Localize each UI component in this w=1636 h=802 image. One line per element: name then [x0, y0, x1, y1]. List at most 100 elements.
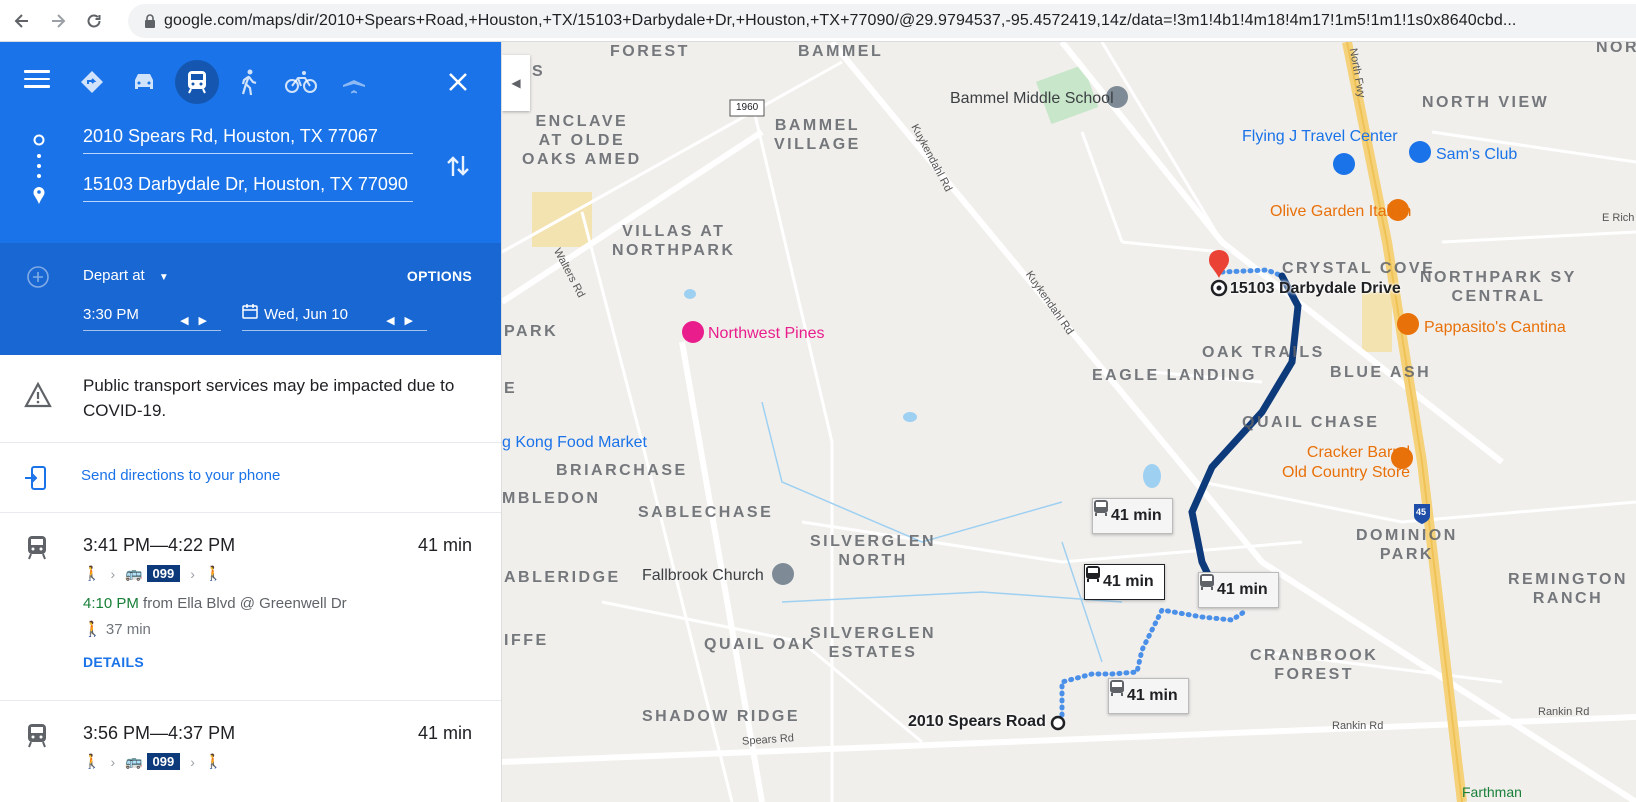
route-times: 3:56 PM—4:37 PM: [83, 723, 236, 743]
area-label: QUAIL CHASE: [1242, 414, 1380, 431]
bus-line-badge: 099: [146, 753, 181, 770]
commercial-area: [1362, 292, 1392, 352]
depart-at-dropdown[interactable]: Depart at ▼: [83, 267, 169, 284]
walk-step-icon: 🚶: [204, 753, 223, 769]
walk-duration: 🚶 37 min: [83, 620, 151, 638]
date-stepper-arrows-icon[interactable]: ◀▶: [386, 309, 423, 333]
area-label: ENCLAVE AT OLDE OAKS AMED: [522, 113, 642, 168]
walk-time: 37 min: [105, 621, 151, 638]
collapse-panel-button[interactable]: ◀: [502, 55, 530, 111]
time-field[interactable]: 3:30 PM ◀▶: [83, 303, 221, 331]
map-canvas[interactable]: ◀ FOREST BAMMEL ENCLAVE AT OLDE OAKS AME…: [502, 42, 1636, 802]
poi-olive-garden[interactable]: Olive Garden Italian: [1270, 203, 1411, 221]
best-route-mode-icon[interactable]: [70, 60, 114, 104]
poi-pappasitos[interactable]: Pappasito's Cantina: [1424, 319, 1566, 337]
add-destination-icon[interactable]: [26, 265, 50, 289]
poi-fallbrook-church[interactable]: Fallbrook Church: [642, 567, 764, 585]
area-label: CRANBROOK FOREST: [1250, 647, 1379, 683]
send-to-phone[interactable]: Send directions to your phone: [0, 443, 501, 513]
caret-down-icon: ▼: [158, 272, 169, 283]
send-to-phone-link[interactable]: Send directions to your phone: [81, 467, 280, 484]
time-value: 3:30 PM: [83, 306, 139, 323]
poi-cracker-barrel[interactable]: Cracker Barrel Old Country Store: [1282, 443, 1410, 483]
chevron-right-icon: ›: [190, 565, 195, 582]
poi-sams-club[interactable]: Sam's Club: [1436, 146, 1517, 164]
car-mode-icon[interactable]: [122, 60, 166, 104]
depart-at-label: Depart at: [83, 267, 145, 284]
bus-step-icon: 🚌: [125, 565, 143, 581]
area-label: PARK: [504, 323, 559, 340]
route-steps: 🚶 › 🚌 099 › 🚶: [83, 753, 222, 770]
bus-line-badge: 099: [146, 565, 181, 582]
options-button[interactable]: OPTIONS: [407, 268, 472, 284]
chevron-right-icon: ›: [190, 753, 195, 770]
destination-label[interactable]: 15103 Darbydale Drive: [1230, 280, 1401, 298]
poi-northwest-pines[interactable]: Northwest Pines: [708, 325, 825, 343]
area-label: SHADOW RIDGE: [642, 708, 800, 725]
walking-mode-icon[interactable]: [226, 60, 270, 104]
details-button[interactable]: DETAILS: [83, 654, 144, 670]
road-label: Rankin Rd: [1332, 720, 1384, 732]
route-chip-label: 41 min: [1127, 687, 1178, 704]
route-option-1[interactable]: 3:41 PM—4:22 PM 41 min 🚶 › 🚌 099 › 🚶 4:1…: [0, 513, 501, 701]
route-chip[interactable]: 41 min: [1092, 498, 1173, 534]
area-label: OAK TRAILS: [1202, 344, 1325, 361]
cycling-mode-icon[interactable]: [279, 60, 323, 104]
departure-time: 4:10 PM: [83, 595, 139, 612]
area-label: BRIARCHASE: [556, 462, 688, 479]
date-value: Wed, Jun 10: [264, 306, 348, 323]
destination-input[interactable]: 15103 Darbydale Dr, Houston, TX 77090: [83, 170, 413, 202]
walk-step-icon: 🚶: [204, 565, 223, 581]
directions-header: 2010 Spears Rd, Houston, TX 77067 15103 …: [0, 42, 501, 244]
walk-small-icon: 🚶: [83, 621, 102, 638]
url-text: google.com/maps/dir/2010+Spears+Road,+Ho…: [164, 12, 1517, 29]
poi-flying-j[interactable]: Flying J Travel Center: [1242, 128, 1398, 146]
area-label: MBLEDON: [502, 490, 601, 507]
area-label: S: [532, 63, 546, 80]
route-steps: 🚶 › 🚌 099 › 🚶: [83, 565, 222, 582]
waypoint-connector: [33, 134, 45, 244]
area-label: DOMINION PARK: [1356, 527, 1458, 563]
poi-kong-food-market[interactable]: g Kong Food Market: [502, 434, 647, 452]
time-stepper-arrows-icon[interactable]: ◀▶: [180, 309, 217, 333]
area-label: NORTHPARK SY CENTRAL: [1420, 269, 1577, 305]
road-label: Rankin Rd: [1538, 706, 1590, 718]
swap-icon[interactable]: [446, 152, 470, 180]
route-chip-selected[interactable]: 41 min: [1084, 564, 1165, 600]
lock-icon: [145, 14, 155, 28]
departure-stop: from Ella Blvd @ Greenwell Dr: [138, 595, 347, 612]
chevron-right-icon: ›: [110, 753, 116, 770]
route-option-2[interactable]: 3:56 PM—4:37 PM 41 min 🚶 › 🚌 099 › 🚶: [0, 701, 501, 802]
caret-left-icon: ◀: [511, 76, 521, 90]
forward-arrow-icon[interactable]: [44, 7, 72, 35]
area-label: VILLAS AT NORTHPARK: [612, 223, 736, 259]
poi-bammel-middle-school[interactable]: Bammel Middle School: [950, 90, 1114, 108]
train-icon: [28, 536, 46, 560]
transit-mode-icon[interactable]: [175, 60, 219, 104]
route-chip-label: 41 min: [1217, 581, 1268, 598]
road-label: E Rich: [1602, 212, 1635, 224]
highway-shield-label: 1960: [736, 102, 759, 113]
area-label: BLUE ASH: [1330, 364, 1432, 381]
address-bar[interactable]: google.com/maps/dir/2010+Spears+Road,+Ho…: [128, 4, 1636, 38]
origin-input[interactable]: 2010 Spears Rd, Houston, TX 77067: [83, 122, 413, 154]
route-chip[interactable]: 41 min: [1108, 678, 1189, 714]
route-duration: 41 min: [417, 535, 472, 555]
origin-label[interactable]: 2010 Spears Road: [908, 713, 1046, 731]
back-arrow-icon[interactable]: [8, 7, 36, 35]
date-field[interactable]: Wed, Jun 10 ◀▶: [242, 303, 427, 331]
travel-modes: [0, 60, 501, 108]
route-chip[interactable]: 41 min: [1198, 572, 1279, 608]
area-label: SILVERGLEN ESTATES: [810, 625, 937, 661]
departure-info: 4:10 PM from Ella Blvd @ Greenwell Dr: [83, 595, 347, 612]
chevron-right-icon: ›: [110, 565, 116, 582]
flight-mode-icon[interactable]: [332, 60, 376, 104]
road-label: Farthman: [1462, 784, 1522, 800]
walk-step-icon: 🚶: [83, 565, 101, 581]
route-duration: 41 min: [417, 723, 472, 743]
close-icon[interactable]: [446, 70, 470, 94]
directions-panel: 2010 Spears Rd, Houston, TX 77067 15103 …: [0, 42, 502, 802]
reload-icon[interactable]: [80, 7, 108, 35]
area-label: QUAIL OAK: [704, 636, 816, 653]
walk-step-icon: 🚶: [83, 753, 101, 769]
